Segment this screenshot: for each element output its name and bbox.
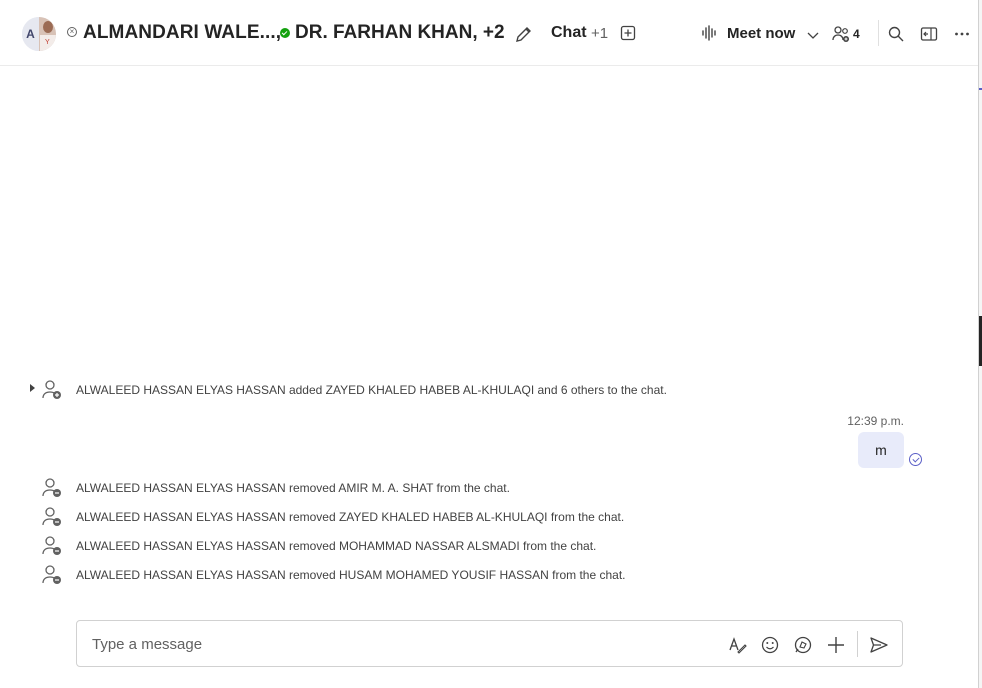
own-message-text: m xyxy=(875,442,887,458)
tabs-more[interactable]: +1 xyxy=(591,25,608,42)
avatar-face xyxy=(43,21,53,33)
message-input[interactable] xyxy=(90,629,694,659)
popout-icon[interactable] xyxy=(918,23,940,45)
chevron-down-icon[interactable] xyxy=(805,27,821,43)
system-message: ALWALEED HASSAN ELYAS HASSAN removed AMI… xyxy=(0,477,978,499)
compose-divider xyxy=(857,631,858,657)
compose-box xyxy=(76,620,903,667)
add-tab-icon[interactable] xyxy=(619,24,637,42)
chat-title-part1[interactable]: ALMANDARI WALE..., xyxy=(83,22,281,44)
system-message: ALWALEED HASSAN ELYAS HASSAN added ZAYED… xyxy=(0,379,978,401)
presence-offline-icon: × xyxy=(67,27,77,37)
own-message-bubble[interactable]: m xyxy=(858,432,904,468)
person-remove-icon xyxy=(40,477,64,499)
header-divider xyxy=(878,20,879,46)
system-message-text: ALWALEED HASSAN ELYAS HASSAN removed AMI… xyxy=(76,481,510,495)
tab-chat[interactable]: Chat xyxy=(551,24,587,42)
person-remove-icon xyxy=(40,564,64,586)
presence-available-icon xyxy=(280,28,290,38)
system-message: ALWALEED HASSAN ELYAS HASSAN removed MOH… xyxy=(0,535,978,557)
emoji-icon[interactable] xyxy=(758,633,782,657)
avatar-initial: A xyxy=(22,17,39,51)
loop-icon[interactable] xyxy=(791,633,815,657)
send-icon[interactable] xyxy=(867,633,891,657)
message-timestamp: 12:39 p.m. xyxy=(847,414,904,428)
participants-count[interactable]: 4 xyxy=(853,27,860,41)
audio-wave-icon[interactable] xyxy=(700,23,720,43)
system-message-text: ALWALEED HASSAN ELYAS HASSAN added ZAYED… xyxy=(76,383,667,397)
chat-header: A Y × ALMANDARI WALE..., DR. FARHAN KHAN… xyxy=(0,0,978,66)
group-avatar[interactable]: A Y xyxy=(22,17,56,51)
pencil-icon[interactable] xyxy=(512,22,536,46)
people-icon[interactable] xyxy=(830,23,852,45)
more-icon[interactable] xyxy=(951,23,973,45)
chat-window: A Y × ALMANDARI WALE..., DR. FARHAN KHAN… xyxy=(0,0,978,688)
adjacent-panel-edge xyxy=(978,0,982,688)
system-message-text: ALWALEED HASSAN ELYAS HASSAN removed ZAY… xyxy=(76,510,625,524)
system-message-text: ALWALEED HASSAN ELYAS HASSAN removed MOH… xyxy=(76,539,597,553)
system-message: ALWALEED HASSAN ELYAS HASSAN removed ZAY… xyxy=(0,506,978,528)
person-add-icon xyxy=(40,379,64,401)
chat-title-part2[interactable]: DR. FARHAN KHAN, +2 xyxy=(295,22,505,44)
format-icon[interactable] xyxy=(725,633,749,657)
person-remove-icon xyxy=(40,535,64,557)
meet-now-button[interactable]: Meet now xyxy=(727,25,795,42)
attach-plus-icon[interactable] xyxy=(824,633,848,657)
system-message: ALWALEED HASSAN ELYAS HASSAN removed HUS… xyxy=(0,564,978,586)
seen-check-icon xyxy=(909,453,922,466)
person-remove-icon xyxy=(40,506,64,528)
search-icon[interactable] xyxy=(885,23,907,45)
system-message-text: ALWALEED HASSAN ELYAS HASSAN removed HUS… xyxy=(76,568,626,582)
avatar-sub-initial: Y xyxy=(45,39,50,46)
